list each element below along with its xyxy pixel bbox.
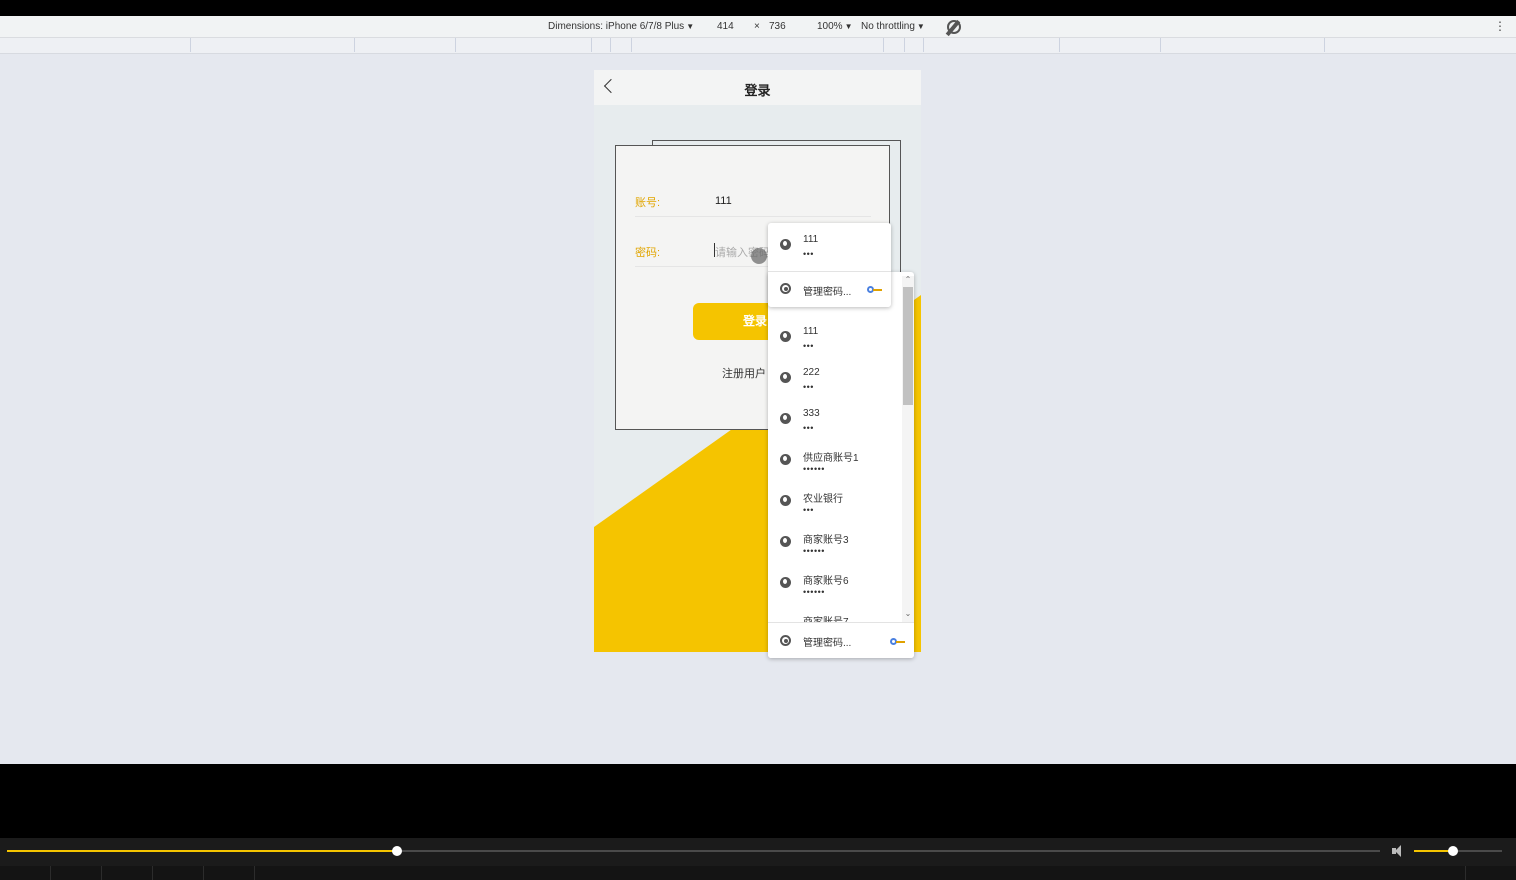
media-query-ruler: [0, 38, 1516, 54]
globe-icon: [780, 577, 791, 588]
password-label: 密码:: [635, 247, 661, 259]
seek-bar[interactable]: [7, 846, 1380, 856]
device-select[interactable]: Dimensions: iPhone 6/7/8 Plus ▼: [548, 21, 694, 32]
chrome-icon: [780, 283, 791, 294]
device-height-input[interactable]: 736: [769, 21, 786, 32]
scrollbar-thumb[interactable]: [903, 287, 913, 405]
autofill-item[interactable]: 111 •••: [768, 226, 902, 267]
username-underline: [635, 216, 871, 217]
volume-slider[interactable]: [1414, 846, 1502, 856]
rotate-icon[interactable]: [947, 20, 961, 34]
globe-icon: [780, 331, 791, 342]
text-cursor: [714, 243, 715, 257]
seek-progress: [7, 850, 397, 852]
autofill-item[interactable]: 222 •••: [768, 359, 902, 400]
manage-passwords-item[interactable]: 管理密码...: [768, 272, 891, 305]
seek-handle[interactable]: [391, 846, 402, 856]
autofill-item[interactable]: 商家账号7: [768, 605, 902, 623]
autofill-item[interactable]: 商家账号3 ••••••: [768, 523, 902, 564]
volume-icon[interactable]: [1392, 845, 1406, 857]
autofill-item[interactable]: 111 •••: [768, 318, 902, 359]
taskbar-strip: [0, 866, 1516, 880]
password-autofill-suggestion: 111 ••• 管理密码...: [768, 223, 891, 307]
devtools-device-toolbar: Dimensions: iPhone 6/7/8 Plus ▼ 414 × 736…: [0, 16, 1516, 38]
globe-icon: [780, 495, 791, 506]
chrome-icon: [780, 635, 791, 646]
register-link[interactable]: 注册用户: [722, 365, 766, 381]
key-icon: [867, 286, 882, 293]
manage-passwords-item[interactable]: 管理密码...: [768, 623, 914, 658]
nav-bar: 登录: [594, 70, 921, 105]
globe-icon: [780, 239, 791, 250]
username-label: 账号:: [635, 197, 661, 209]
scroll-up-icon[interactable]: ⌃: [903, 275, 913, 284]
autofill-item[interactable]: 333 •••: [768, 400, 902, 441]
password-autofill-list: •••••• 111 ••• 222 ••• 333 ••• 供应商账号1 ••…: [768, 272, 914, 658]
username-input[interactable]: 111: [715, 195, 732, 207]
dimension-separator: ×: [754, 21, 760, 32]
autofill-item[interactable]: 供应商账号1 ••••••: [768, 441, 902, 482]
globe-icon: [780, 536, 791, 547]
key-icon: [890, 638, 905, 645]
screen: Dimensions: iPhone 6/7/8 Plus ▼ 414 × 736…: [0, 0, 1516, 880]
autofill-item[interactable]: 农业银行 •••: [768, 482, 902, 523]
volume-level: [1414, 850, 1453, 852]
device-width-input[interactable]: 414: [717, 21, 734, 32]
globe-icon: [780, 413, 791, 424]
page-title: 登录: [744, 83, 771, 98]
kebab-menu-icon[interactable]: ⋮: [1494, 19, 1506, 33]
video-controls: [0, 838, 1516, 866]
scroll-down-icon[interactable]: ⌄: [903, 609, 913, 618]
globe-icon: [780, 372, 791, 383]
zoom-select[interactable]: 100% ▼: [817, 21, 853, 32]
volume-handle[interactable]: [1447, 846, 1458, 856]
globe-icon: [780, 454, 791, 465]
throttling-select[interactable]: No throttling ▼: [861, 21, 925, 32]
touch-pointer: [751, 248, 767, 264]
autofill-item[interactable]: 商家账号6 ••••••: [768, 564, 902, 605]
